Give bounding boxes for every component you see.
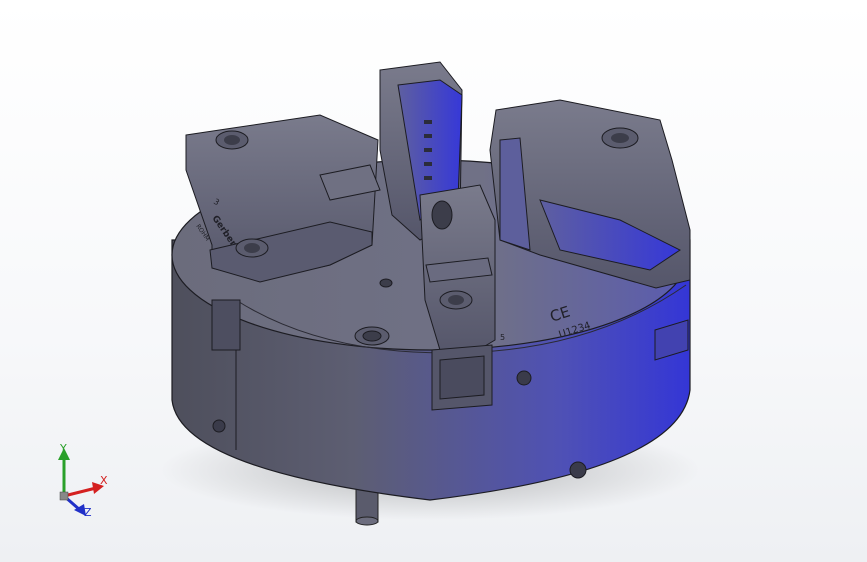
jaw-number-front: 5 xyxy=(500,333,505,342)
z-axis-label: Z xyxy=(84,506,92,519)
graphics-viewport[interactable]: CE U1234 3 5 Gerber ROHM Y X Z xyxy=(0,0,867,562)
x-axis-arrow xyxy=(63,486,97,498)
x-axis-label: X xyxy=(100,474,108,487)
chuck-3d-model[interactable]: CE U1234 3 5 Gerber ROHM xyxy=(0,0,867,562)
view-orientation-triad[interactable]: Y X Z xyxy=(40,440,120,530)
y-axis-label: Y xyxy=(59,442,67,455)
